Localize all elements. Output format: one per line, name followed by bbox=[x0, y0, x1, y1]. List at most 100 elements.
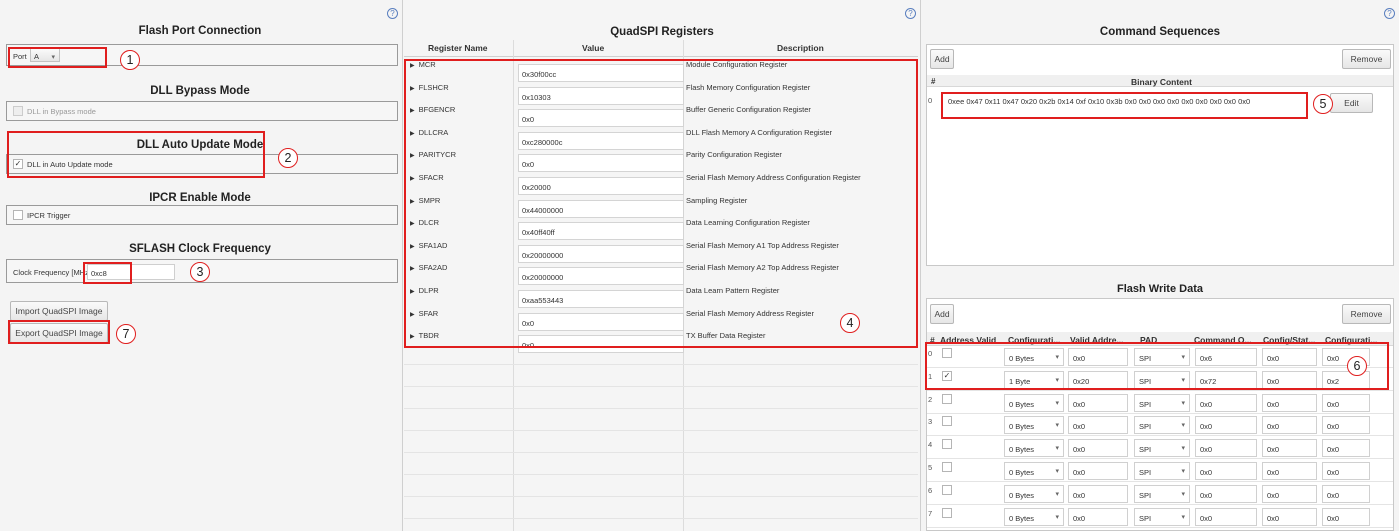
fw-configuration-input[interactable]: 0x0 bbox=[1322, 507, 1370, 526]
fw-row-index: 3 bbox=[928, 417, 933, 427]
fw-config-stat-input[interactable]: 0x0 bbox=[1262, 393, 1317, 412]
callout-3: 3 bbox=[190, 262, 210, 282]
fw-add-button[interactable]: Add bbox=[930, 304, 954, 324]
empty-row-divider bbox=[404, 452, 918, 453]
fw-command-input[interactable]: 0x0 bbox=[1195, 439, 1257, 458]
callout-6: 6 bbox=[1347, 356, 1367, 376]
command-sequences-title: Command Sequences bbox=[1099, 26, 1221, 38]
fw-row-divider bbox=[927, 458, 1393, 460]
fw-configuration-input[interactable]: 0x0 bbox=[1322, 484, 1370, 503]
ipcr-checkbox[interactable] bbox=[13, 210, 23, 220]
fw-pad-select[interactable]: SPI bbox=[1134, 484, 1190, 503]
cmd-col-index: # bbox=[931, 77, 936, 86]
fw-config-select[interactable]: 0 Bytes bbox=[1004, 507, 1064, 526]
fw-address-valid-checkbox[interactable] bbox=[942, 416, 952, 427]
fw-remove-button[interactable]: Remove bbox=[1342, 304, 1391, 324]
highlight-box-2 bbox=[7, 131, 265, 178]
fw-valid-addr-input[interactable]: 0x0 bbox=[1068, 416, 1128, 435]
empty-row-divider bbox=[404, 408, 918, 409]
help-icon[interactable]: ? bbox=[905, 8, 916, 19]
fw-address-valid-checkbox[interactable] bbox=[942, 393, 952, 404]
empty-row-divider bbox=[404, 386, 918, 387]
fw-command-input[interactable]: 0x0 bbox=[1195, 484, 1257, 503]
fw-valid-addr-input[interactable]: 0x0 bbox=[1068, 393, 1128, 412]
help-icon[interactable]: ? bbox=[1384, 8, 1395, 19]
fw-address-valid-checkbox[interactable] bbox=[942, 507, 952, 518]
callout-5: 5 bbox=[1313, 94, 1333, 114]
fw-configuration-input[interactable]: 0x0 bbox=[1322, 393, 1370, 412]
fw-row-index: 6 bbox=[928, 485, 933, 495]
ipcr-title: IPCR Enable Mode bbox=[149, 192, 251, 204]
cmd-remove-button[interactable]: Remove bbox=[1342, 49, 1391, 69]
ipcr-label: IPCR Trigger bbox=[27, 210, 71, 220]
callout-7: 7 bbox=[116, 324, 136, 344]
fw-row-divider bbox=[927, 435, 1393, 437]
fw-config-select[interactable]: 0 Bytes bbox=[1004, 393, 1064, 412]
fw-row-divider bbox=[927, 503, 1393, 505]
fw-configuration-input[interactable]: 0x0 bbox=[1322, 439, 1370, 458]
empty-row-divider bbox=[404, 430, 918, 431]
app-root: ? Flash Port Connection Port A DLL Bypas… bbox=[0, 0, 1399, 531]
fw-row-divider bbox=[927, 526, 1393, 528]
fw-config-stat-input[interactable]: 0x0 bbox=[1262, 507, 1317, 526]
header-divider bbox=[404, 56, 918, 57]
fw-pad-select[interactable]: SPI bbox=[1134, 462, 1190, 480]
fw-config-select[interactable]: 0 Bytes bbox=[1004, 416, 1064, 435]
fw-config-select[interactable]: 0 Bytes bbox=[1004, 462, 1064, 480]
fw-row-index: 5 bbox=[928, 463, 933, 472]
empty-row-divider bbox=[404, 518, 918, 519]
fw-command-input[interactable]: 0x0 bbox=[1195, 462, 1257, 480]
empty-row-divider bbox=[404, 474, 918, 475]
callout-1: 1 bbox=[120, 50, 140, 70]
fw-configuration-input[interactable]: 0x0 bbox=[1322, 462, 1370, 480]
cmd-col-binary: Binary Content bbox=[1131, 77, 1192, 87]
highlight-box-6 bbox=[925, 342, 1389, 390]
fw-config-select[interactable]: 0 Bytes bbox=[1004, 484, 1064, 503]
fw-config-select[interactable]: 0 Bytes bbox=[1004, 439, 1064, 458]
dll-bypass-label: DLL in Bypass mode bbox=[27, 106, 96, 116]
dll-bypass-row: DLL in Bypass mode bbox=[13, 106, 96, 116]
fw-command-input[interactable]: 0x0 bbox=[1195, 393, 1257, 412]
fw-config-stat-input[interactable]: 0x0 bbox=[1262, 462, 1317, 480]
highlight-box-3 bbox=[83, 262, 132, 284]
fw-config-stat-input[interactable]: 0x0 bbox=[1262, 416, 1317, 435]
highlight-box-1 bbox=[8, 47, 107, 68]
fw-address-valid-checkbox[interactable] bbox=[942, 484, 952, 495]
fw-valid-addr-input[interactable]: 0x0 bbox=[1068, 484, 1128, 503]
cmd-add-button[interactable]: Add bbox=[930, 49, 954, 69]
sflash-title: SFLASH Clock Frequency bbox=[129, 243, 271, 255]
cmd-edit-button[interactable]: Edit bbox=[1330, 93, 1373, 113]
quadspi-title: QuadSPI Registers bbox=[610, 26, 714, 38]
highlight-box-5 bbox=[941, 92, 1308, 119]
callout-4: 4 bbox=[840, 313, 860, 333]
fw-valid-addr-input[interactable]: 0x0 bbox=[1068, 439, 1128, 458]
fw-address-valid-checkbox[interactable] bbox=[942, 439, 952, 450]
fw-row-index: 2 bbox=[928, 394, 933, 404]
fw-row-divider bbox=[927, 481, 1393, 482]
fw-valid-addr-input[interactable]: 0x0 bbox=[1068, 462, 1128, 480]
dll-bypass-checkbox[interactable] bbox=[13, 106, 23, 116]
fw-pad-select[interactable]: SPI bbox=[1134, 507, 1190, 526]
fw-configuration-input[interactable]: 0x0 bbox=[1322, 416, 1370, 435]
fw-valid-addr-input[interactable]: 0x0 bbox=[1068, 507, 1128, 526]
callout-2: 2 bbox=[278, 148, 298, 168]
fw-pad-select[interactable]: SPI bbox=[1134, 393, 1190, 412]
help-icon[interactable]: ? bbox=[387, 8, 398, 19]
fw-command-input[interactable]: 0x0 bbox=[1195, 507, 1257, 526]
fw-pad-select[interactable]: SPI bbox=[1134, 416, 1190, 435]
dll-bypass-title: DLL Bypass Mode bbox=[150, 85, 250, 97]
col-register-name: Register Name bbox=[428, 43, 488, 53]
ipcr-row: IPCR Trigger bbox=[13, 210, 70, 220]
highlight-box-4 bbox=[404, 59, 918, 348]
fw-address-valid-checkbox[interactable] bbox=[942, 462, 952, 472]
empty-row-divider bbox=[404, 364, 918, 365]
highlight-box-7 bbox=[8, 320, 110, 344]
fw-command-input[interactable]: 0x0 bbox=[1195, 416, 1257, 435]
fw-config-stat-input[interactable]: 0x0 bbox=[1262, 439, 1317, 458]
fw-pad-select[interactable]: SPI bbox=[1134, 439, 1190, 458]
fw-row-index: 4 bbox=[928, 440, 933, 450]
fw-config-stat-input[interactable]: 0x0 bbox=[1262, 484, 1317, 503]
flash-write-title: Flash Write Data bbox=[1117, 283, 1203, 295]
flash-port-title: Flash Port Connection bbox=[138, 25, 262, 37]
import-image-button[interactable]: Import QuadSPI Image bbox=[10, 301, 108, 321]
